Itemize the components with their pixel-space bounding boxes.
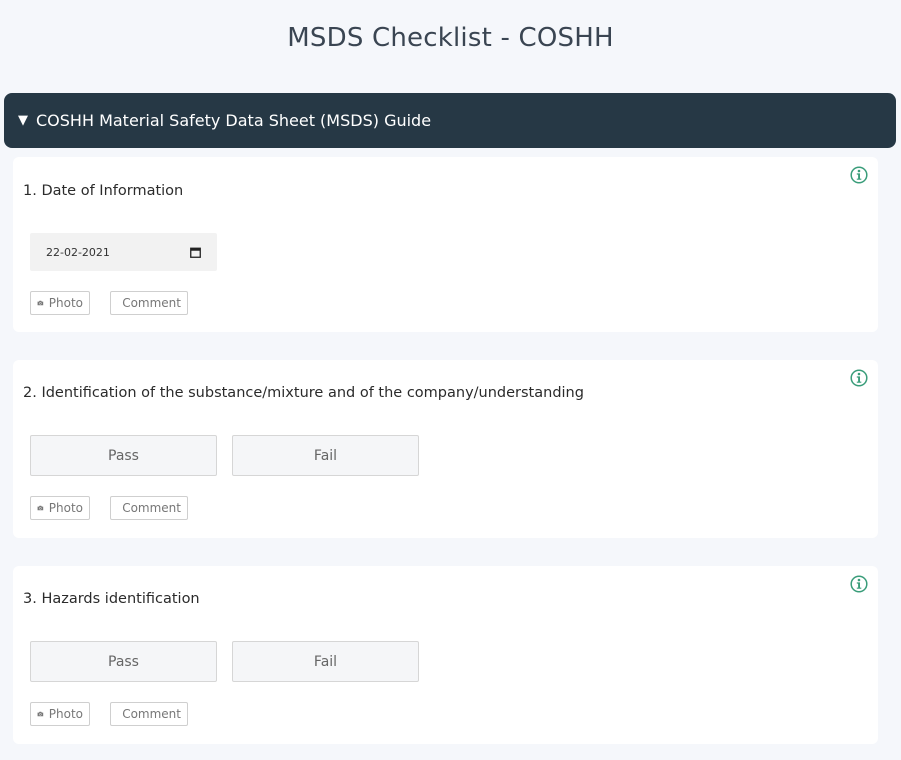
pass-button[interactable]: Pass [30, 435, 217, 476]
comment-button[interactable]: Comment [110, 702, 188, 726]
photo-button-label: Photo [48, 296, 83, 310]
comment-button-label: Comment [122, 707, 181, 721]
fail-button[interactable]: Fail [232, 641, 419, 682]
section-title: COSHH Material Safety Data Sheet (MSDS) … [36, 111, 432, 130]
camera-icon [37, 711, 44, 717]
question-label: 1. Date of Information [23, 183, 184, 199]
calendar-icon[interactable] [190, 247, 201, 258]
pass-button[interactable]: Pass [30, 641, 217, 682]
camera-icon [37, 300, 44, 306]
question-card-3: 3. Hazards identification Pass Fail Phot… [13, 566, 878, 744]
question-label: 2. Identification of the substance/mixtu… [23, 385, 584, 401]
date-input[interactable]: 22-02-2021 [30, 233, 217, 271]
info-icon[interactable] [850, 166, 868, 184]
comment-button[interactable]: Comment [110, 291, 188, 315]
section-header-msds-guide[interactable]: ▼ COSHH Material Safety Data Sheet (MSDS… [4, 93, 896, 148]
comment-button[interactable]: Comment [110, 496, 188, 520]
fail-button[interactable]: Fail [232, 435, 419, 476]
page-title: MSDS Checklist - COSHH [287, 23, 614, 54]
date-value: 22-02-2021 [46, 245, 110, 259]
photo-button[interactable]: Photo [30, 496, 90, 520]
photo-button[interactable]: Photo [30, 702, 90, 726]
info-icon[interactable] [850, 575, 868, 593]
question-card-1: 1. Date of Information 22-02-2021 Photo … [13, 157, 878, 332]
comment-button-label: Comment [122, 296, 181, 310]
info-icon[interactable] [850, 369, 868, 387]
caret-down-icon: ▼ [18, 113, 28, 128]
comment-button-label: Comment [122, 501, 181, 515]
question-label: 3. Hazards identification [23, 591, 200, 607]
camera-icon [37, 505, 44, 511]
photo-button-label: Photo [48, 707, 83, 721]
question-card-2: 2. Identification of the substance/mixtu… [13, 360, 878, 538]
photo-button[interactable]: Photo [30, 291, 90, 315]
photo-button-label: Photo [48, 501, 83, 515]
